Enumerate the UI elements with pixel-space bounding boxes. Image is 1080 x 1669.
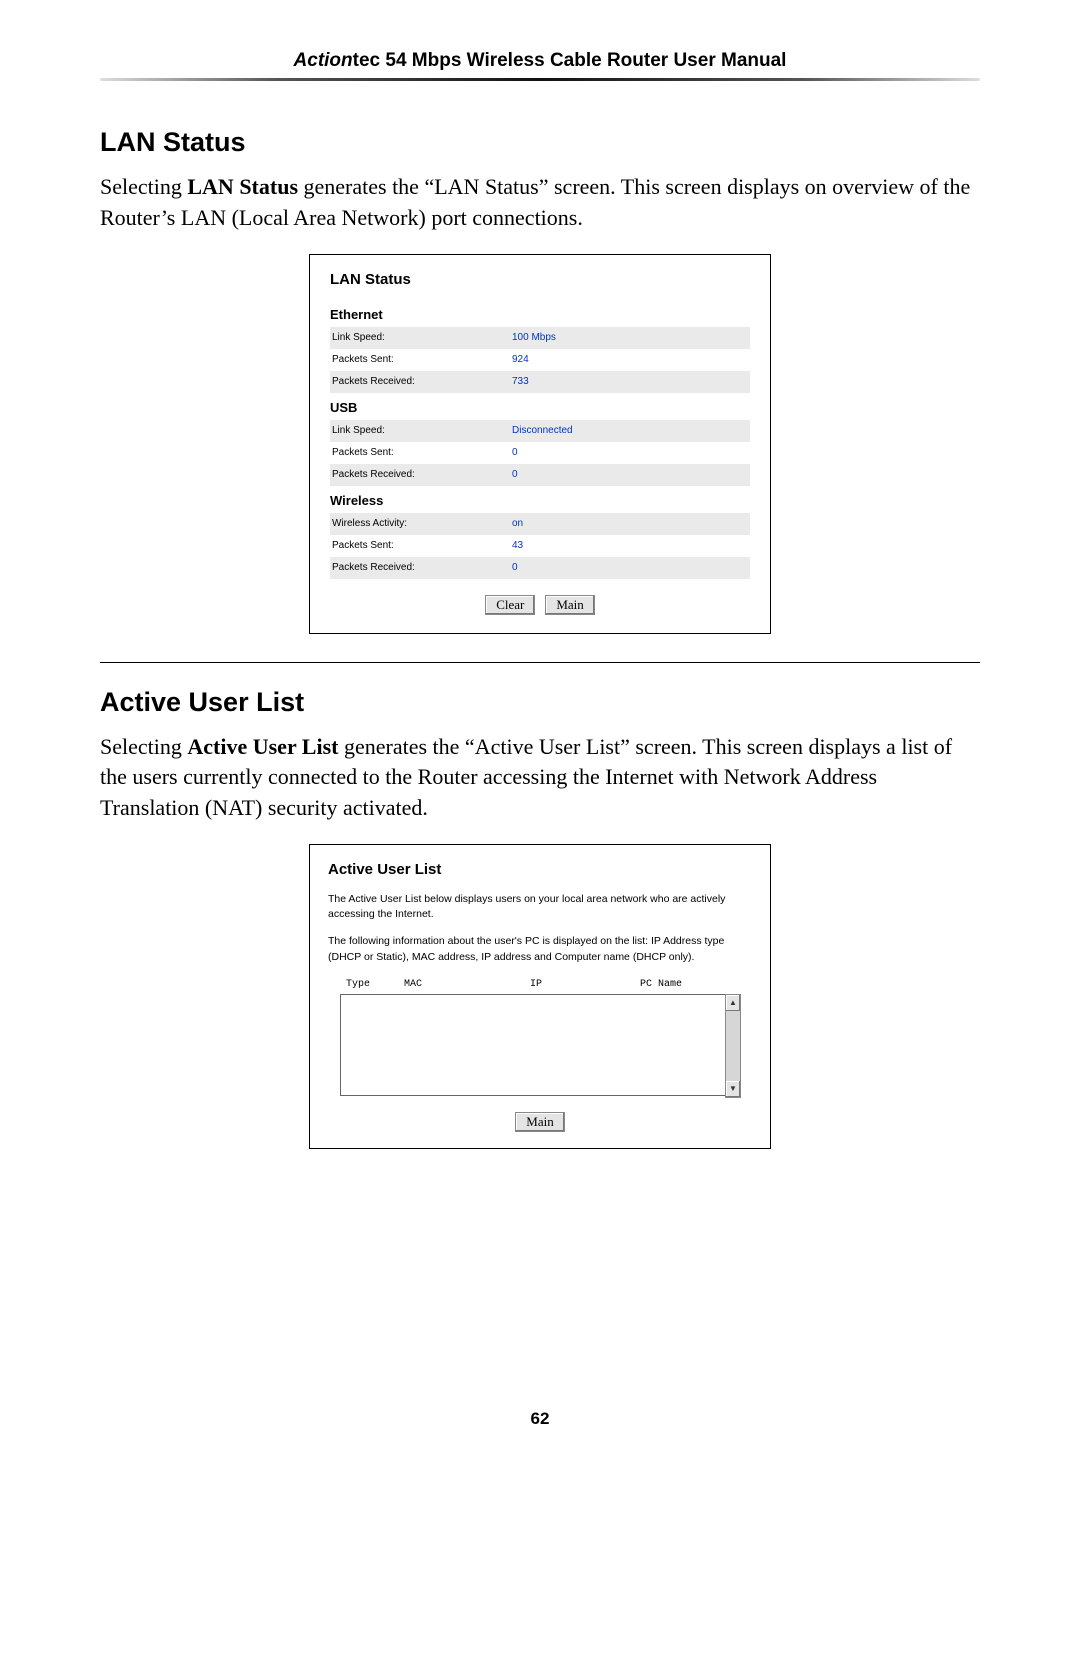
t-bold: Active User List <box>187 734 338 759</box>
t: ) security activated. <box>255 795 428 820</box>
stat-value: 733 <box>512 376 529 387</box>
stat-row: Link Speed:100 Mbps <box>330 327 750 349</box>
stat-label: Packets Sent: <box>330 447 512 458</box>
aul-desc-1: The Active User List below displays user… <box>328 892 752 922</box>
stat-value: on <box>512 518 523 529</box>
t: generates the “ <box>298 174 434 199</box>
panel-title: LAN Status <box>330 271 750 288</box>
lan-status-paragraph: Selecting LAN Status generates the “LAN … <box>100 172 980 234</box>
aul-paragraph: Selecting Active User List generates the… <box>100 732 980 824</box>
t: (Local Area Network) port connections. <box>226 205 583 230</box>
scroll-up-icon[interactable]: ▲ <box>726 995 740 1011</box>
stat-value: 924 <box>512 354 529 365</box>
lan-status-panel: LAN Status Ethernet Link Speed:100 Mbps … <box>309 254 771 634</box>
clear-button[interactable]: Clear <box>485 595 535 615</box>
stat-label: Packets Sent: <box>330 354 512 365</box>
stat-value: 0 <box>512 469 518 480</box>
brand-rest: tec 54 Mbps Wireless Cable Router User M… <box>353 50 787 71</box>
col-mac: MAC <box>404 979 530 990</box>
t-sc: NAT <box>212 795 255 820</box>
stat-label: Link Speed: <box>330 425 512 436</box>
col-pcname: PC Name <box>640 979 752 990</box>
t-sc: LAN <box>434 174 479 199</box>
group-wireless: Wireless <box>330 488 750 513</box>
stat-value: 43 <box>512 540 523 551</box>
col-ip: IP <box>530 979 640 990</box>
stat-value: Disconnected <box>512 425 573 436</box>
t: Selecting <box>100 734 187 759</box>
stat-label: Packets Sent: <box>330 540 512 551</box>
stat-row: Packets Sent:924 <box>330 349 750 371</box>
stat-label: Packets Received: <box>330 376 512 387</box>
stat-row: Link Speed:Disconnected <box>330 420 750 442</box>
user-listbox[interactable]: ▲ ▼ <box>340 994 725 1096</box>
group-usb: USB <box>330 395 750 420</box>
active-user-list-panel: Active User List The Active User List be… <box>309 844 771 1149</box>
section-divider <box>100 662 980 663</box>
stat-label: Packets Received: <box>330 469 512 480</box>
stat-value: 0 <box>512 562 518 573</box>
button-row: Clear Main <box>330 595 750 615</box>
stat-label: Link Speed: <box>330 332 512 343</box>
page-number: 62 <box>100 1409 980 1429</box>
aul-heading: Active User List <box>100 687 980 718</box>
brand-italic: Action <box>294 50 353 71</box>
main-button[interactable]: Main <box>515 1112 564 1132</box>
main-button[interactable]: Main <box>545 595 594 615</box>
t: Selecting <box>100 174 187 199</box>
stat-row: Packets Received:733 <box>330 371 750 393</box>
t-sc: LAN <box>181 205 226 230</box>
button-row: Main <box>328 1112 752 1132</box>
group-ethernet: Ethernet <box>330 302 750 327</box>
header-rule <box>100 78 980 81</box>
stat-row: Packets Sent:0 <box>330 442 750 464</box>
table-header: Type MAC IP PC Name <box>328 977 752 994</box>
stat-label: Packets Received: <box>330 562 512 573</box>
stat-row: Packets Received:0 <box>330 464 750 486</box>
stat-row: Wireless Activity:on <box>330 513 750 535</box>
lan-status-heading: LAN Status <box>100 127 980 158</box>
doc-header: Actiontec 54 Mbps Wireless Cable Router … <box>100 50 980 72</box>
aul-desc-2: The following information about the user… <box>328 934 752 964</box>
col-type: Type <box>346 979 404 990</box>
stat-value: 0 <box>512 447 518 458</box>
t-bold: LAN Status <box>187 174 298 199</box>
stat-row: Packets Sent:43 <box>330 535 750 557</box>
scroll-down-icon[interactable]: ▼ <box>726 1081 740 1097</box>
panel-title: Active User List <box>328 861 752 878</box>
stat-value: 100 Mbps <box>512 332 556 343</box>
stat-row: Packets Received:0 <box>330 557 750 579</box>
scrollbar[interactable]: ▲ ▼ <box>725 994 741 1098</box>
stat-label: Wireless Activity: <box>330 518 512 529</box>
